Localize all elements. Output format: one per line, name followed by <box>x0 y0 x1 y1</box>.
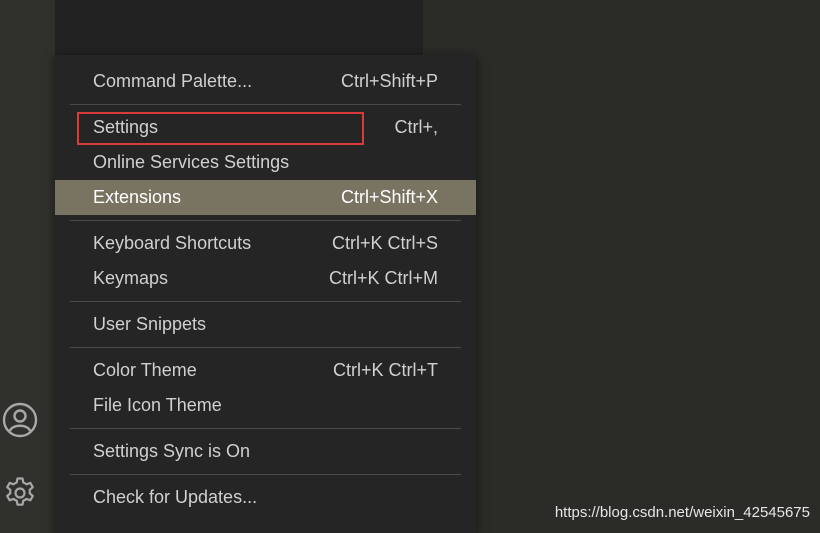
account-icon[interactable] <box>1 401 39 439</box>
menu-item-label: Command Palette... <box>93 71 253 91</box>
menu-item-user-snippets[interactable]: User Snippets <box>55 307 476 342</box>
menu-item-shortcut: Ctrl+K Ctrl+S <box>331 233 438 253</box>
watermark-text: https://blog.csdn.net/weixin_42545675 <box>554 504 810 521</box>
menu-item-label: Extensions <box>93 187 182 207</box>
menu-item-shortcut: Ctrl+K Ctrl+M <box>328 268 438 288</box>
menu-item-color-theme[interactable]: Color Theme Ctrl+K Ctrl+T <box>55 353 476 388</box>
menu-item-command-palette[interactable]: Command Palette... Ctrl+Shift+P <box>55 64 476 99</box>
menu-separator <box>70 220 461 221</box>
menu-item-shortcut: Ctrl+K Ctrl+T <box>332 360 438 380</box>
menu-item-label: Online Services Settings <box>93 152 290 172</box>
menu-item-label: File Icon Theme <box>93 395 222 415</box>
menu-item-settings[interactable]: Settings Ctrl+, <box>55 110 476 145</box>
menu-item-settings-sync[interactable]: Settings Sync is On <box>55 434 476 469</box>
menu-item-label: Settings <box>93 117 159 137</box>
menu-item-label: Check for Updates... <box>93 487 258 507</box>
menu-item-file-icon-theme[interactable]: File Icon Theme <box>55 388 476 423</box>
menu-separator <box>70 428 461 429</box>
menu-item-label: Keyboard Shortcuts <box>93 233 252 253</box>
menu-item-label: Settings Sync is On <box>93 441 251 461</box>
menu-separator <box>70 347 461 348</box>
menu-item-shortcut: Ctrl+Shift+X <box>340 187 438 207</box>
manage-gear-icon[interactable] <box>1 474 39 512</box>
menu-item-label: User Snippets <box>93 314 207 334</box>
menu-item-keymaps[interactable]: Keymaps Ctrl+K Ctrl+M <box>55 261 476 296</box>
menu-item-online-services-settings[interactable]: Online Services Settings <box>55 145 476 180</box>
menu-item-extensions[interactable]: Extensions Ctrl+Shift+X <box>55 180 476 215</box>
menu-separator <box>70 474 461 475</box>
activity-bar <box>0 0 55 533</box>
menu-item-keyboard-shortcuts[interactable]: Keyboard Shortcuts Ctrl+K Ctrl+S <box>55 226 476 261</box>
menu-item-label: Color Theme <box>93 360 197 380</box>
menu-item-label: Keymaps <box>93 268 169 288</box>
editor-area <box>423 0 820 533</box>
menu-separator <box>70 301 461 302</box>
menu-item-shortcut: Ctrl+, <box>394 117 438 137</box>
menu-separator <box>70 104 461 105</box>
manage-context-menu: Command Palette... Ctrl+Shift+P Settings… <box>55 55 476 533</box>
menu-item-check-for-updates[interactable]: Check for Updates... <box>55 480 476 515</box>
menu-item-shortcut: Ctrl+Shift+P <box>340 71 438 91</box>
